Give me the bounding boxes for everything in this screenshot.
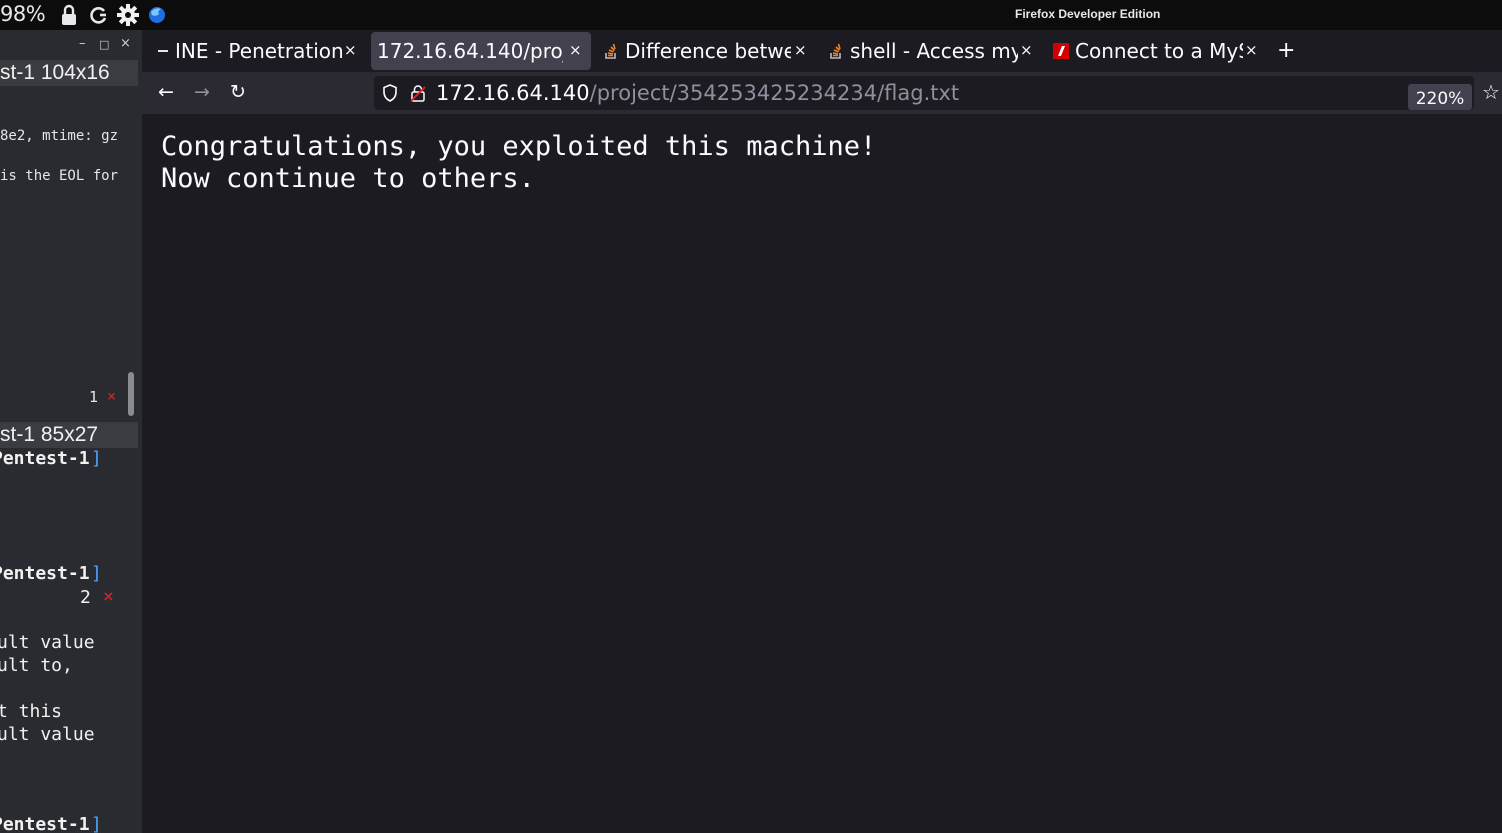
job-counter: 2 (80, 587, 91, 608)
zoom-level-button[interactable]: 220% (1408, 84, 1472, 110)
terminal-panel[interactable]: – □ × st-1 104x16 8e2, mtime: gz is the … (0, 30, 142, 833)
url-path: /project/354253425234234/flag.txt (589, 81, 960, 105)
tab-difference[interactable]: Difference betwe × (598, 32, 812, 70)
ine-favicon-icon (156, 43, 170, 59)
refresh-power-icon[interactable] (88, 3, 110, 27)
terminal-scrollbar-thumb[interactable] (128, 372, 134, 416)
error-status-icon: × (107, 387, 117, 405)
tab-close-icon[interactable]: × (794, 41, 807, 59)
url-text[interactable]: 172.16.64.140/project/354253425234234/fl… (436, 81, 959, 105)
stackoverflow-icon (829, 43, 843, 59)
minimize-button[interactable]: – (79, 36, 86, 51)
tab-ine[interactable]: INE - Penetration × (150, 32, 364, 70)
job-counter: 1 (89, 388, 99, 406)
tab-flag-txt[interactable]: 172.16.64.140/proj × (371, 32, 591, 70)
maximize-button[interactable]: □ (99, 38, 109, 51)
rackspace-icon (1053, 43, 1069, 59)
tab-title: 172.16.64.140/proj (377, 39, 563, 63)
settings-gear-icon[interactable] (116, 3, 140, 27)
prompt-host: Pentest-1 (0, 814, 90, 833)
terminal-output-line: ult value (0, 724, 95, 745)
stackoverflow-icon (604, 43, 618, 59)
prompt-host: Pentest-1 (0, 563, 90, 584)
lock-icon[interactable] (58, 3, 80, 27)
new-tab-button[interactable]: + (1277, 38, 1295, 63)
tab-close-icon[interactable]: × (569, 41, 582, 59)
terminal-pane-title: st-1 104x16 (0, 60, 138, 86)
prompt-host: Pentest-1 (0, 448, 90, 469)
back-button[interactable]: ← (158, 81, 174, 103)
prompt-bracket: ] (91, 448, 102, 469)
tab-title: shell - Access my (850, 39, 1018, 63)
url-host: 172.16.64.140 (436, 81, 590, 105)
browser-window: INE - Penetration × 172.16.64.140/proj ×… (142, 30, 1502, 833)
close-button[interactable]: × (120, 36, 131, 51)
terminal-output-line: is the EOL for (0, 168, 119, 184)
tab-close-icon[interactable]: × (344, 41, 357, 59)
forward-button[interactable]: → (194, 81, 210, 103)
tab-strip: INE - Penetration × 172.16.64.140/proj ×… (142, 30, 1502, 72)
flag-message-line: Now continue to others. (161, 163, 535, 194)
tab-title: Connect to a MyS (1075, 39, 1243, 63)
terminal-output-line: 8e2, mtime: gz (0, 128, 119, 144)
battery-percentage: 98% (0, 2, 46, 26)
error-status-icon: × (103, 586, 114, 607)
reload-button[interactable]: ↻ (230, 81, 246, 103)
terminal-output-line: ult to, (0, 655, 73, 676)
tab-close-icon[interactable]: × (1245, 41, 1258, 59)
url-bar[interactable]: 172.16.64.140/project/354253425234234/fl… (374, 76, 1474, 110)
insecure-lock-icon[interactable] (410, 84, 426, 106)
terminal-output-line: ult value (0, 632, 95, 653)
page-content: Congratulations, you exploited this mach… (142, 114, 1502, 833)
firefox-icon[interactable] (146, 3, 168, 27)
tracking-shield-icon[interactable] (382, 84, 398, 106)
flag-message-line: Congratulations, you exploited this mach… (161, 131, 877, 162)
system-top-bar: 98% Firefox Developer Edition (0, 0, 1502, 30)
prompt-bracket: ] (91, 814, 102, 833)
bookmark-star-icon[interactable]: ☆ (1482, 80, 1500, 104)
window-title: Firefox Developer Edition (1015, 7, 1161, 21)
tab-close-icon[interactable]: × (1020, 41, 1033, 59)
terminal-pane-title: st-1 85x27 (0, 422, 138, 448)
tab-title: Difference betwe (625, 39, 791, 63)
tab-connect-mysql[interactable]: Connect to a MyS × (1048, 32, 1262, 70)
tab-shell-access[interactable]: shell - Access my × (823, 32, 1037, 70)
tab-title: INE - Penetration (175, 39, 343, 63)
navigation-toolbar: ← → ↻ 172.16.64.140/project/354253425234… (142, 72, 1502, 114)
terminal-output-line: t this (0, 701, 63, 722)
prompt-bracket: ] (91, 563, 102, 584)
